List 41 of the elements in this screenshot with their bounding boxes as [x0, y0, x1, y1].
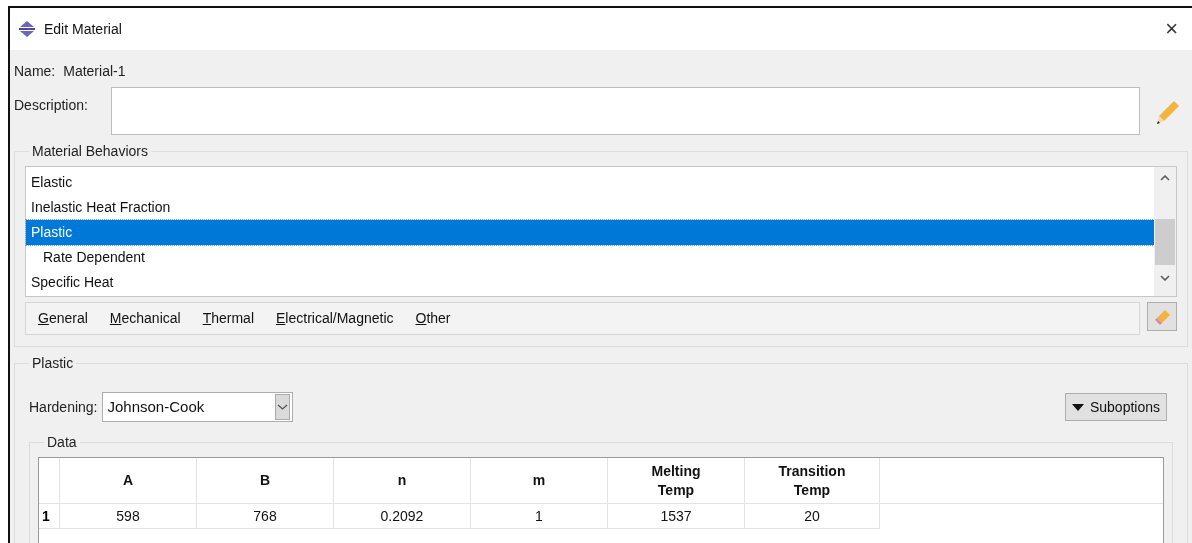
category-menu[interactable]: Electrical/Magnetic	[276, 308, 394, 329]
clear-button[interactable]	[1147, 302, 1177, 331]
column-header[interactable]: A	[60, 458, 197, 503]
category-menu[interactable]: General	[38, 308, 88, 329]
description-label: Description:	[14, 96, 89, 115]
dropdown-chevron-icon	[274, 394, 290, 420]
table-cell[interactable]: 1	[471, 504, 608, 528]
name-value: Material-1	[63, 61, 126, 81]
hardening-label: Hardening:	[29, 397, 98, 417]
category-menu[interactable]: Other	[415, 308, 451, 329]
hardening-dropdown[interactable]: Johnson-Cook	[101, 392, 293, 422]
column-header[interactable]: B	[197, 458, 334, 503]
scrollbar[interactable]	[1154, 167, 1176, 296]
table-cell[interactable]: 20	[745, 504, 880, 528]
window-title: Edit Material	[44, 19, 122, 39]
row-number: 1	[39, 504, 60, 528]
table-cell[interactable]: 0.2092	[334, 504, 471, 528]
behavior-item[interactable]: Elastic	[26, 170, 1154, 195]
table-cell[interactable]: 768	[197, 504, 334, 528]
close-button[interactable]: ×	[1165, 18, 1178, 40]
table-cell[interactable]: 1537	[608, 504, 745, 528]
category-menu[interactable]: Thermal	[202, 308, 254, 329]
pencil-icon	[1154, 99, 1180, 125]
category-menu[interactable]: Mechanical	[109, 308, 181, 329]
behavior-item[interactable]: Rate Dependent	[26, 245, 1154, 270]
column-header[interactable]: Melting Temp	[608, 458, 745, 503]
scroll-up-icon[interactable]	[1160, 175, 1170, 181]
column-header[interactable]: m	[471, 458, 608, 503]
description-field[interactable]	[111, 87, 1140, 135]
column-header[interactable]: n	[334, 458, 471, 503]
dropdown-triangle-icon	[1071, 403, 1084, 411]
behavior-item[interactable]: Inelastic Heat Fraction	[26, 195, 1154, 220]
column-header[interactable]: Transition Temp	[745, 458, 880, 503]
behavior-item[interactable]: Specific Heat	[26, 270, 1154, 295]
suboptions-button[interactable]: Suboptions	[1064, 393, 1167, 421]
scroll-down-icon[interactable]	[1160, 275, 1170, 281]
app-icon	[18, 21, 36, 37]
table-cell[interactable]: 598	[60, 504, 197, 528]
behavior-item[interactable]: Plastic	[26, 220, 1154, 245]
eraser-icon	[1153, 308, 1171, 325]
name-label: Name:	[14, 61, 56, 81]
